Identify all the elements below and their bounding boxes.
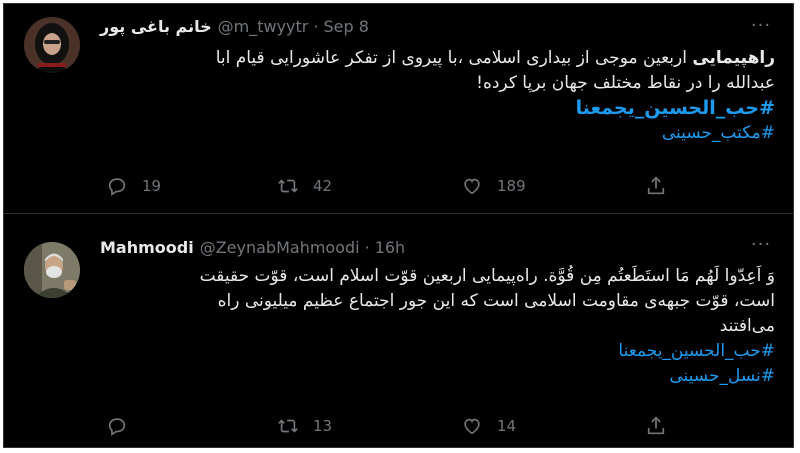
retweet-icon xyxy=(278,419,298,433)
hashtag-link[interactable]: #حب_الحسین_یجمعنا xyxy=(100,339,775,364)
user-handle[interactable]: @m_twyytr xyxy=(218,17,309,36)
share-button[interactable] xyxy=(645,415,681,437)
retweet-icon xyxy=(278,179,298,193)
reply-count: 19 xyxy=(142,177,162,195)
reply-button[interactable] xyxy=(106,415,142,437)
tweet-text: وَ اَعِدّوا لَهُم مَا استَطَعتُم مِن قُو… xyxy=(100,264,775,389)
tweet-header: خانم باغی پور @m_twyytr · Sep 8 xyxy=(100,15,369,37)
tweet[interactable]: خانم باغی پور @m_twyytr · Sep 8 ··· راهپ… xyxy=(4,4,793,214)
reply-icon xyxy=(108,418,126,436)
retweet-count: 42 xyxy=(313,177,333,195)
tweet-text-lead: راهپیمایی xyxy=(692,48,775,68)
tweet-text: راهپیمایی اربعین موجی از بیداری اسلامی ،… xyxy=(100,46,775,146)
tweet-text-line: است، قوّت جبهه‌ی مقاومت اسلامی است که ای… xyxy=(217,291,775,311)
timeline: خانم باغی پور @m_twyytr · Sep 8 ··· راهپ… xyxy=(3,3,794,448)
like-button[interactable]: 189 xyxy=(461,175,526,197)
retweet-button[interactable]: 42 xyxy=(277,175,332,197)
display-name[interactable]: Mahmoodi xyxy=(100,238,194,257)
tweet[interactable]: Mahmoodi @ZeynabMahmoodi · 16h ··· وَ اَ… xyxy=(4,215,793,447)
tweet-text-line: می‌افتند xyxy=(719,316,775,336)
tweet-text-line: عبدالله را در نقاط مختلف جهان برپا کرده! xyxy=(476,73,775,93)
like-icon xyxy=(464,178,480,195)
retweet-count: 13 xyxy=(313,417,333,435)
tweet-text-rest: اربعین موجی از بیداری اسلامی ،با پیروی ا… xyxy=(215,48,693,68)
timestamp[interactable]: 16h xyxy=(375,238,406,257)
separator-dot: · xyxy=(364,237,370,257)
share-icon xyxy=(647,416,665,435)
like-count: 189 xyxy=(497,177,526,195)
user-handle[interactable]: @ZeynabMahmoodi xyxy=(200,238,360,257)
reply-button[interactable]: 19 xyxy=(106,175,161,197)
retweet-button[interactable]: 13 xyxy=(277,415,332,437)
reply-icon xyxy=(108,178,126,196)
tweet-header: Mahmoodi @ZeynabMahmoodi · 16h xyxy=(100,236,405,258)
separator-dot: · xyxy=(313,16,319,36)
like-icon xyxy=(464,418,480,435)
like-button[interactable]: 14 xyxy=(461,415,516,437)
action-bar: 13 14 xyxy=(100,415,680,437)
hashtag-link[interactable]: #مکتب_حسینی xyxy=(100,121,775,146)
tweet-text-line: راهپیمایی اربعین موجی از بیداری اسلامی ،… xyxy=(100,46,775,71)
hashtag-link[interactable]: #حب_الحسین_یجمعنا xyxy=(100,96,775,121)
avatar[interactable] xyxy=(24,17,80,73)
avatar[interactable] xyxy=(24,242,80,298)
more-options-icon[interactable]: ··· xyxy=(749,236,773,254)
hashtag-link[interactable]: #نسل_حسینی xyxy=(100,364,775,389)
share-button[interactable] xyxy=(645,175,681,197)
like-count: 14 xyxy=(497,417,517,435)
display-name[interactable]: خانم باغی پور xyxy=(100,17,212,36)
timestamp[interactable]: Sep 8 xyxy=(323,17,368,36)
action-bar: 19 42 189 xyxy=(100,175,680,197)
tweet-text-line: وَ اَعِدّوا لَهُم مَا استَطَعتُم مِن قُو… xyxy=(199,266,775,286)
share-icon xyxy=(647,176,665,195)
more-options-icon[interactable]: ··· xyxy=(749,17,773,35)
